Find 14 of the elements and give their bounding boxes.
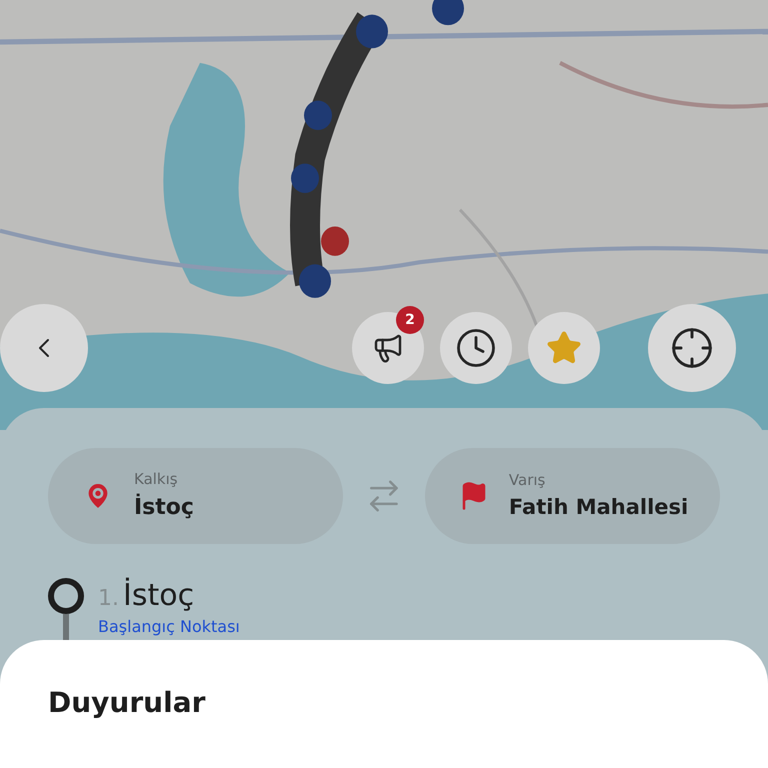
clock-icon [455, 327, 497, 369]
field-value: İstoç [134, 492, 194, 522]
stop-name: İstoç [123, 578, 194, 614]
crosshair-icon [670, 326, 714, 370]
field-label: Kalkış [134, 469, 179, 490]
stop-marker-icon [48, 578, 84, 614]
stop-subtitle: Başlangıç Noktası [98, 616, 240, 638]
destination-field[interactable]: Varış Fatih Mahallesi [424, 448, 720, 544]
star-icon [546, 330, 582, 366]
field-value: Fatih Mahallesi [508, 494, 688, 520]
origin-field[interactable]: Kalkış İstoç [48, 448, 344, 544]
sheet-title: Duyurular [48, 686, 206, 719]
field-label: Varış [508, 470, 546, 491]
megaphone-icon [372, 332, 404, 364]
